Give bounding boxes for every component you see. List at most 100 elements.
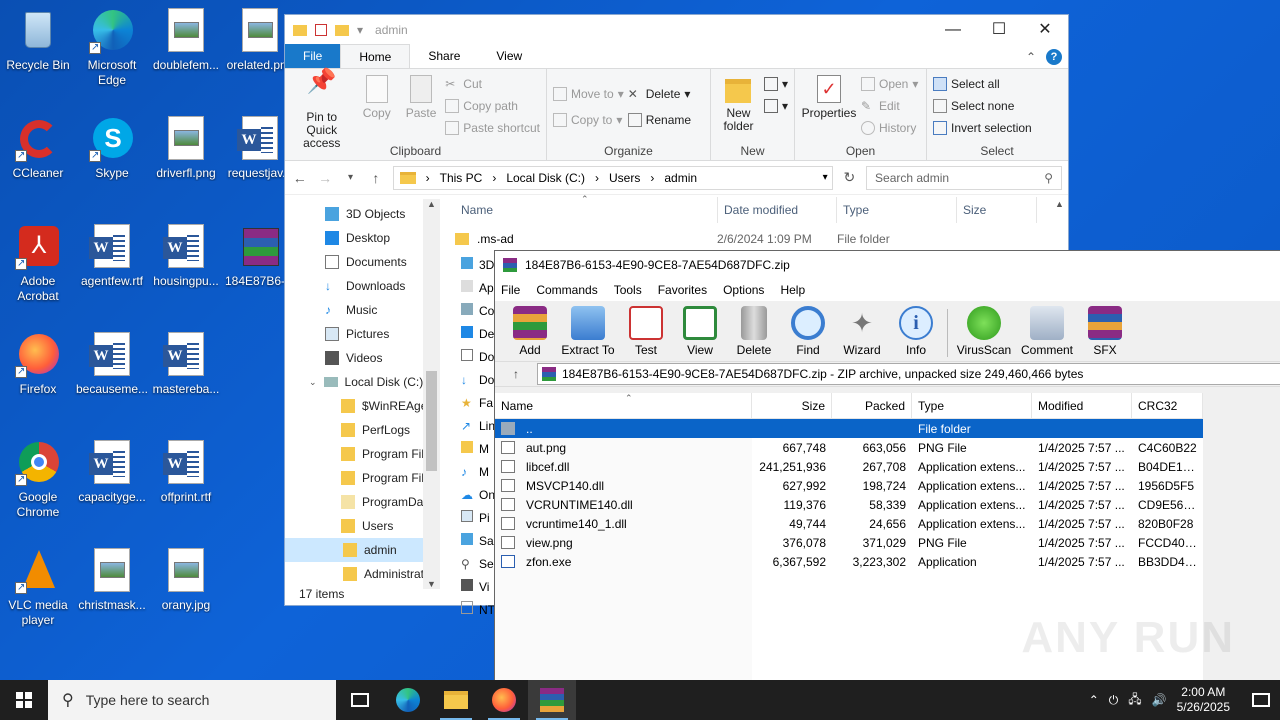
file-row[interactable]: NT bbox=[461, 599, 495, 622]
file-row[interactable]: Pi bbox=[461, 507, 493, 530]
easy-access-button[interactable]: ▾ bbox=[763, 97, 788, 115]
sfx-button[interactable]: SFX bbox=[1078, 306, 1132, 361]
tab-home[interactable]: Home bbox=[340, 44, 411, 68]
table-row[interactable]: libcef.dll 241,251,936 267,708 Applicati… bbox=[495, 457, 1203, 476]
file-row[interactable]: Vi bbox=[461, 576, 493, 599]
move-to-button[interactable]: Move to ▾ bbox=[553, 85, 624, 103]
file-row[interactable]: Sa bbox=[461, 530, 494, 553]
file-row[interactable]: 3D bbox=[461, 254, 494, 277]
file-row[interactable]: .ms-ad 2/6/2024 1:09 PM File folder bbox=[455, 229, 957, 249]
breadcrumb-users[interactable]: Users bbox=[609, 171, 640, 185]
column-modified[interactable]: Modified bbox=[1032, 393, 1132, 418]
invert-selection-button[interactable]: Invert selection bbox=[933, 119, 1032, 137]
table-row[interactable]: aut.png 667,748 663,056 PNG File 1/4/202… bbox=[495, 438, 1203, 457]
archive-path-field[interactable]: 184E87B6-6153-4E90-9CE8-7AE54D687DFC.zip… bbox=[537, 363, 1280, 385]
nav-item-downloads[interactable]: ↓ Downloads bbox=[285, 274, 440, 298]
nav-item-administrator[interactable]: Administrator bbox=[285, 562, 440, 586]
file-row[interactable]: ♪ M bbox=[461, 461, 493, 484]
rename-button[interactable]: Rename bbox=[627, 111, 691, 129]
nav-item-perflogs[interactable]: PerfLogs bbox=[285, 418, 440, 442]
column-packed[interactable]: Packed bbox=[832, 393, 912, 418]
breadcrumb-local-disk[interactable]: Local Disk (C:) bbox=[506, 171, 585, 185]
file-row[interactable]: Ap bbox=[461, 277, 494, 300]
nav-item-program-files-x86[interactable]: Program Files (x86) bbox=[285, 466, 440, 490]
history-button[interactable]: History bbox=[861, 119, 918, 137]
menu-help[interactable]: Help bbox=[780, 283, 805, 297]
task-view-button[interactable] bbox=[336, 680, 384, 720]
quick-access-dropdown-icon[interactable]: ▾ bbox=[357, 23, 363, 37]
back-arrow-icon[interactable]: ← bbox=[291, 170, 308, 186]
column-type[interactable]: Type bbox=[912, 393, 1032, 418]
cut-button[interactable]: ✂ Cut bbox=[445, 75, 540, 93]
column-size[interactable]: Size bbox=[957, 197, 1037, 223]
add-button[interactable]: Add bbox=[503, 306, 557, 361]
address-bar[interactable]: › This PC › Local Disk (C:) › Users › ad… bbox=[392, 165, 833, 190]
column-size[interactable]: Size bbox=[752, 393, 832, 418]
nav-scrollbar[interactable]: ▲ ▼ bbox=[423, 199, 440, 589]
nav-item-local-disk[interactable]: ⌄ Local Disk (C:) bbox=[285, 370, 440, 394]
edit-button[interactable]: ✎ Edit bbox=[861, 97, 918, 115]
desktop-icon-edge[interactable]: Microsoft Edge bbox=[74, 8, 150, 88]
desktop-icon-adobe-acrobat[interactable]: ⅄ Adobe Acrobat bbox=[0, 224, 76, 304]
select-all-button[interactable]: Select all bbox=[933, 75, 1032, 93]
open-button[interactable]: Open ▾ bbox=[861, 75, 918, 93]
scroll-up-icon[interactable]: ▲ bbox=[423, 199, 440, 209]
table-row[interactable]: view.png 376,078 371,029 PNG File 1/4/20… bbox=[495, 533, 1203, 552]
nav-item-videos[interactable]: Videos bbox=[285, 346, 440, 370]
expand-chevron-icon[interactable]: ⌄ bbox=[309, 377, 317, 388]
delete-button[interactable]: ✕ Delete ▾ bbox=[628, 85, 691, 103]
nav-item-documents[interactable]: Documents bbox=[285, 250, 440, 274]
desktop-icon-firefox[interactable]: Firefox bbox=[0, 332, 76, 397]
nav-item-pictures[interactable]: Pictures bbox=[285, 322, 440, 346]
recent-locations-icon[interactable]: ▾ bbox=[342, 172, 359, 183]
taskbar-file-explorer[interactable] bbox=[432, 680, 480, 720]
desktop-icon-mastereba[interactable]: W mastereba... bbox=[148, 332, 224, 397]
tab-view[interactable]: View bbox=[478, 44, 540, 68]
scroll-down-icon[interactable]: ▼ bbox=[423, 579, 440, 589]
desktop-icon-skype[interactable]: S Skype bbox=[74, 116, 150, 181]
new-item-button[interactable]: ▾ bbox=[763, 75, 788, 93]
taskbar-edge[interactable] bbox=[384, 680, 432, 720]
file-row[interactable]: Do bbox=[461, 346, 494, 369]
test-button[interactable]: Test bbox=[619, 306, 673, 361]
table-row[interactable]: VCRUNTIME140.dll 119,376 58,339 Applicat… bbox=[495, 495, 1203, 514]
desktop-icon-offprint[interactable]: W offprint.rtf bbox=[148, 440, 224, 505]
menu-tools[interactable]: Tools bbox=[614, 283, 642, 297]
nav-item-admin[interactable]: admin bbox=[285, 538, 440, 562]
file-row[interactable]: ⚲ Se bbox=[461, 553, 494, 576]
nav-item-program-files[interactable]: Program Files bbox=[285, 442, 440, 466]
address-dropdown-icon[interactable]: ▾ bbox=[823, 172, 832, 183]
desktop-icon-ccleaner[interactable]: CCleaner bbox=[0, 116, 76, 181]
taskbar-winrar[interactable] bbox=[528, 680, 576, 720]
file-row[interactable]: Co bbox=[461, 300, 494, 323]
column-type[interactable]: Type bbox=[837, 197, 957, 223]
copy-path-button[interactable]: Copy path bbox=[445, 97, 540, 115]
up-arrow-icon[interactable]: ↑ bbox=[367, 170, 384, 186]
paste-shortcut-button[interactable]: Paste shortcut bbox=[445, 119, 540, 137]
comment-button[interactable]: Comment bbox=[1016, 306, 1078, 361]
show-hidden-icons-chevron-icon[interactable]: ⌃ bbox=[1089, 693, 1099, 707]
tab-file[interactable]: File bbox=[285, 44, 341, 68]
up-one-level-icon[interactable]: ↑ bbox=[501, 367, 531, 381]
desktop-icon-capacityge[interactable]: W capacityge... bbox=[74, 440, 150, 505]
desktop-icon-housingpu[interactable]: W housingpu... bbox=[148, 224, 224, 289]
network-icon[interactable]: 🖧 bbox=[1128, 690, 1141, 711]
taskbar-firefox[interactable] bbox=[480, 680, 528, 720]
properties-quick-icon[interactable] bbox=[315, 24, 327, 36]
close-button[interactable]: ✕ bbox=[1022, 15, 1068, 45]
select-none-button[interactable]: Select none bbox=[933, 97, 1032, 115]
file-row[interactable]: ↗ Lin bbox=[461, 415, 495, 438]
table-row-parent[interactable]: .. File folder bbox=[495, 419, 1203, 438]
file-row[interactable]: ↓ Do bbox=[461, 369, 494, 392]
extract-to-button[interactable]: Extract To bbox=[557, 306, 619, 361]
desktop-icon-orany[interactable]: orany.jpg bbox=[148, 548, 224, 613]
menu-favorites[interactable]: Favorites bbox=[658, 283, 707, 297]
desktop-icon-vlc[interactable]: VLC media player bbox=[0, 548, 76, 628]
nav-item-programdata[interactable]: ProgramData bbox=[285, 490, 440, 514]
file-row[interactable]: ☁ On bbox=[461, 484, 495, 507]
refresh-icon[interactable]: ↻ bbox=[841, 169, 858, 186]
maximize-button[interactable]: ☐ bbox=[976, 15, 1022, 45]
view-button[interactable]: View bbox=[673, 306, 727, 361]
power-icon[interactable]: ⏻ bbox=[1109, 693, 1119, 708]
info-button[interactable]: i Info bbox=[889, 306, 943, 361]
